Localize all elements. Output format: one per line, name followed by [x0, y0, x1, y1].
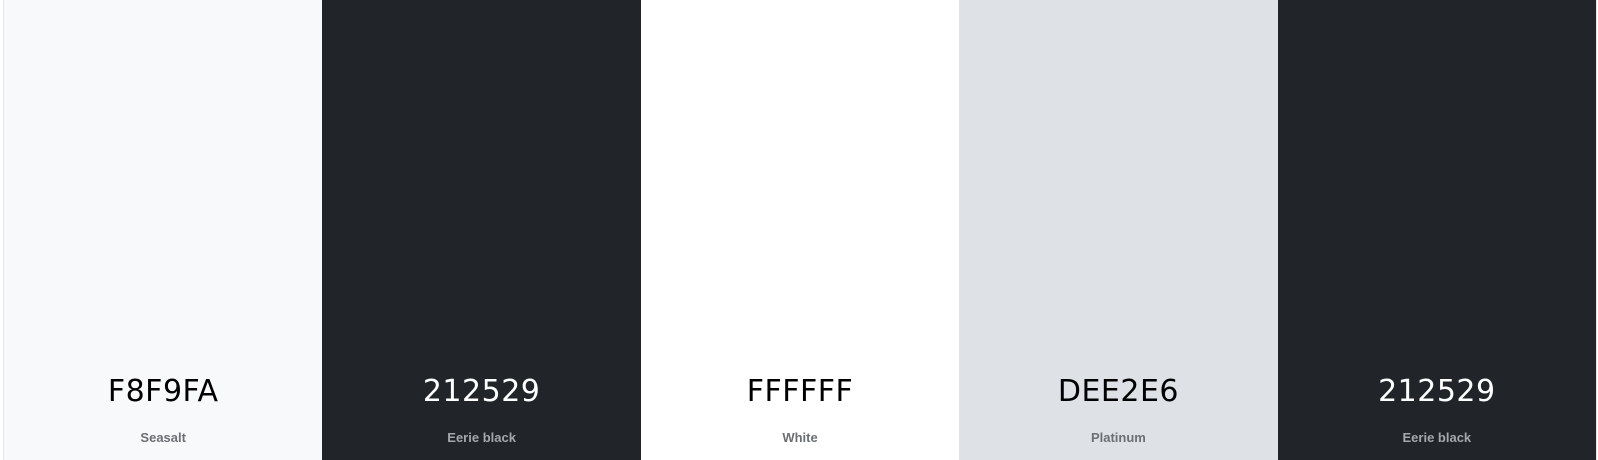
swatch-color-name[interactable]: Eerie black	[1278, 430, 1596, 446]
swatch-hex-code[interactable]: F8F9FA	[4, 372, 322, 412]
swatch-hex-code[interactable]: 212529	[322, 372, 640, 412]
swatch-eerie-black[interactable]: 212529 Eerie black	[322, 0, 641, 460]
swatch-color-name[interactable]: Seasalt	[4, 430, 322, 446]
swatch-seasalt[interactable]: F8F9FA Seasalt	[4, 0, 323, 460]
swatch-hex-code[interactable]: FFFFFF	[641, 372, 959, 412]
swatch-platinum[interactable]: DEE2E6 Platinum	[959, 0, 1278, 460]
swatch-color-name[interactable]: Eerie black	[322, 430, 640, 446]
swatch-white[interactable]: FFFFFF White	[640, 0, 960, 460]
swatch-hex-code[interactable]: DEE2E6	[959, 372, 1277, 412]
color-palette: F8F9FA Seasalt 212529 Eerie black FFFFFF…	[3, 0, 1597, 460]
swatch-hex-code[interactable]: 212529	[1278, 372, 1596, 412]
swatch-eerie-black[interactable]: 212529 Eerie black	[1277, 0, 1597, 460]
swatch-color-name[interactable]: Platinum	[959, 430, 1277, 446]
swatch-color-name[interactable]: White	[641, 430, 959, 446]
